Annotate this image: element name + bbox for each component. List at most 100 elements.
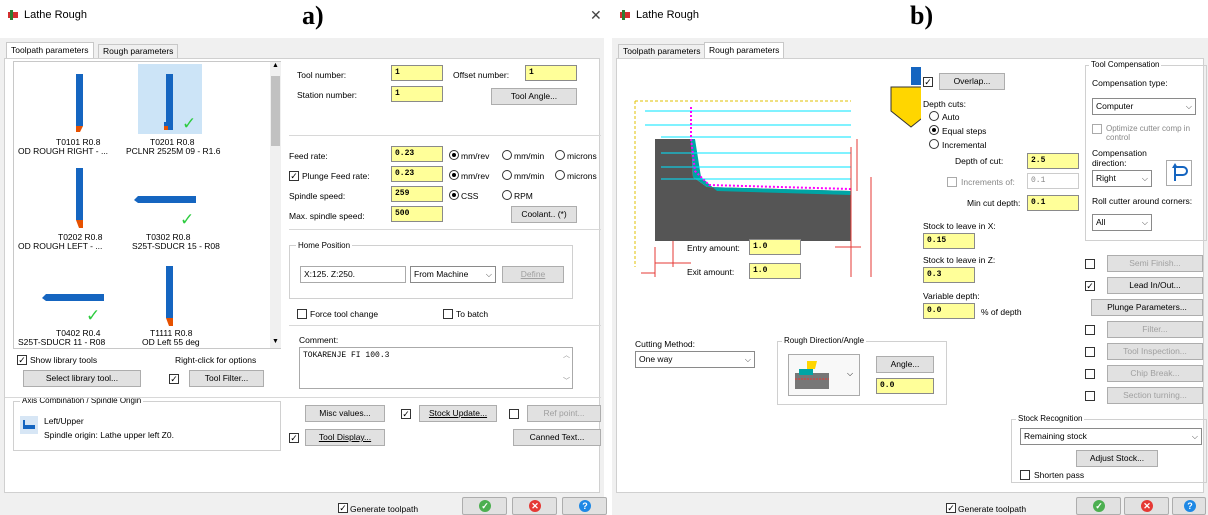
angle-button[interactable]: Angle... [876, 356, 934, 373]
station-number-input[interactable]: 1 [391, 86, 443, 102]
microns-label: microns [567, 151, 597, 161]
lead-inout-button[interactable]: Lead In/Out... [1107, 277, 1203, 294]
define-button[interactable]: Define [502, 266, 564, 283]
feed-rate-input[interactable]: 0.23 [391, 146, 443, 162]
axis-combo-icon[interactable] [20, 416, 38, 434]
scroll-down-icon[interactable]: ▼ [272, 338, 279, 345]
coolant-button[interactable]: Coolant.. (*) [511, 206, 577, 223]
plunge-parameters-button[interactable]: Plunge Parameters... [1091, 299, 1203, 316]
tool-display-button[interactable]: Tool Display... [305, 429, 385, 446]
offset-number-input[interactable]: 1 [525, 65, 577, 81]
force-tool-change-checkbox[interactable] [297, 309, 307, 319]
css-radio[interactable] [449, 190, 459, 200]
section-turning-checkbox[interactable] [1085, 391, 1095, 401]
chip-break-checkbox[interactable] [1085, 369, 1095, 379]
incremental-radio[interactable] [929, 139, 939, 149]
cutting-method-dropdown[interactable]: One way ⌵ [635, 351, 755, 368]
ok-button[interactable]: ✓ [462, 497, 507, 515]
scroll-up-icon[interactable]: ▲ [272, 62, 279, 69]
entry-amount-input[interactable]: 1.0 [749, 239, 801, 255]
tab-toolpath-parameters[interactable]: Toolpath parameters [6, 42, 94, 58]
rough-direction-selector[interactable]: ⌵ [788, 354, 860, 396]
cancel-button[interactable]: ✕ [512, 497, 557, 515]
tab-toolpath-parameters[interactable]: Toolpath parameters [618, 44, 706, 58]
auto-radio[interactable] [929, 111, 939, 121]
filter-checkbox[interactable] [1085, 325, 1095, 335]
plunge-microns-radio[interactable] [555, 170, 565, 180]
roll-cutter-value: All [1096, 217, 1106, 227]
stock-recognition-dropdown[interactable]: Remaining stock ⌵ [1020, 428, 1202, 445]
filter-button[interactable]: Filter... [1107, 321, 1203, 338]
spindle-speed-input[interactable]: 259 [391, 186, 443, 202]
chevron-down-icon[interactable]: ﹀ [563, 376, 570, 386]
select-library-button[interactable]: Select library tool... [23, 370, 141, 387]
tool-angle-button[interactable]: Tool Angle... [491, 88, 577, 105]
tab-rough-parameters[interactable]: Rough parameters [704, 42, 785, 58]
ok-button[interactable]: ✓ [1076, 497, 1121, 515]
from-machine-dropdown[interactable]: From Machine ⌵ [410, 266, 496, 283]
depth-of-cut-input[interactable]: 2.5 [1027, 153, 1079, 169]
lead-inout-checkbox[interactable]: ✓ [1085, 281, 1095, 291]
cancel-button[interactable]: ✕ [1124, 497, 1169, 515]
overlap-checkbox[interactable]: ✓ [923, 77, 933, 87]
equal-steps-radio[interactable] [929, 125, 939, 135]
comp-type-dropdown[interactable]: Computer ⌵ [1092, 98, 1196, 115]
plunge-feed-input[interactable]: 0.23 [391, 166, 443, 182]
feed-microns-radio[interactable] [555, 150, 565, 160]
comment-textarea[interactable]: TOKARENJE FI 100.3 ︿ ﹀ [299, 347, 573, 389]
semi-finish-button[interactable]: Semi Finish... [1107, 255, 1203, 272]
exit-amount-input[interactable]: 1.0 [749, 263, 801, 279]
tab-rough-parameters[interactable]: Rough parameters [98, 44, 179, 58]
stock-x-input[interactable]: 0.15 [923, 233, 975, 249]
comp-direction-icon[interactable] [1166, 160, 1192, 186]
section-turning-button[interactable]: Section turning... [1107, 387, 1203, 404]
increments-checkbox[interactable] [947, 177, 957, 187]
home-position-value[interactable]: X:125. Z:250. [300, 266, 406, 283]
help-button[interactable]: ? [562, 497, 607, 515]
tool-display-checkbox[interactable]: ✓ [289, 433, 299, 443]
stock-update-button[interactable]: Stock Update... [419, 405, 497, 422]
comp-direction-dropdown[interactable]: Right ⌵ [1092, 170, 1152, 187]
tool-library-list[interactable]: T0101 R0.8 OD ROUGH RIGHT - ... ✓ T0201 … [13, 61, 281, 349]
tool-inspection-checkbox[interactable] [1085, 347, 1095, 357]
max-spindle-input[interactable]: 500 [391, 206, 443, 222]
overlap-button[interactable]: Overlap... [939, 73, 1005, 90]
tool-number-input[interactable]: 1 [391, 65, 443, 81]
min-cut-depth-input[interactable]: 0.1 [1027, 195, 1079, 211]
help-icon: ? [579, 500, 591, 512]
stock-z-input[interactable]: 0.3 [923, 267, 975, 283]
chevron-up-icon[interactable]: ︿ [563, 350, 570, 360]
shorten-pass-checkbox[interactable] [1020, 470, 1030, 480]
increments-input[interactable]: 0.1 [1027, 173, 1079, 189]
roll-cutter-label: Roll cutter around corners: [1092, 196, 1193, 206]
stock-update-checkbox[interactable]: ✓ [401, 409, 411, 419]
feed-mmmin-radio[interactable] [502, 150, 512, 160]
optimize-comp-checkbox[interactable] [1092, 124, 1102, 134]
variable-depth-input[interactable]: 0.0 [923, 303, 975, 319]
semi-finish-checkbox[interactable] [1085, 259, 1095, 269]
canned-text-button[interactable]: Canned Text... [513, 429, 601, 446]
plunge-feed-checkbox[interactable]: ✓ [289, 171, 299, 181]
tool-filter-button[interactable]: Tool Filter... [189, 370, 264, 387]
chip-break-button[interactable]: Chip Break... [1107, 365, 1203, 382]
list-scrollbar[interactable]: ▲ ▼ [270, 62, 281, 348]
show-library-checkbox[interactable]: ✓ [17, 355, 27, 365]
misc-values-button[interactable]: Misc values... [305, 405, 385, 422]
plunge-mmrev-radio[interactable] [449, 170, 459, 180]
ref-point-button[interactable]: Ref point... [527, 405, 601, 422]
feed-mmrev-radio[interactable] [449, 150, 459, 160]
scrollbar-thumb[interactable] [271, 76, 280, 146]
ref-point-checkbox[interactable] [509, 409, 519, 419]
close-icon[interactable]: ✕ [590, 7, 602, 24]
roll-cutter-dropdown[interactable]: All ⌵ [1092, 214, 1152, 231]
generate-toolpath-checkbox[interactable]: ✓ [338, 503, 348, 513]
rpm-radio[interactable] [502, 190, 512, 200]
to-batch-checkbox[interactable] [443, 309, 453, 319]
tool-inspection-button[interactable]: Tool Inspection... [1107, 343, 1203, 360]
adjust-stock-button[interactable]: Adjust Stock... [1076, 450, 1158, 467]
generate-toolpath-checkbox[interactable]: ✓ [946, 503, 956, 513]
help-button[interactable]: ? [1172, 497, 1206, 515]
angle-input[interactable]: 0.0 [876, 378, 934, 394]
tool-filter-checkbox[interactable]: ✓ [169, 374, 179, 384]
plunge-mmmin-radio[interactable] [502, 170, 512, 180]
